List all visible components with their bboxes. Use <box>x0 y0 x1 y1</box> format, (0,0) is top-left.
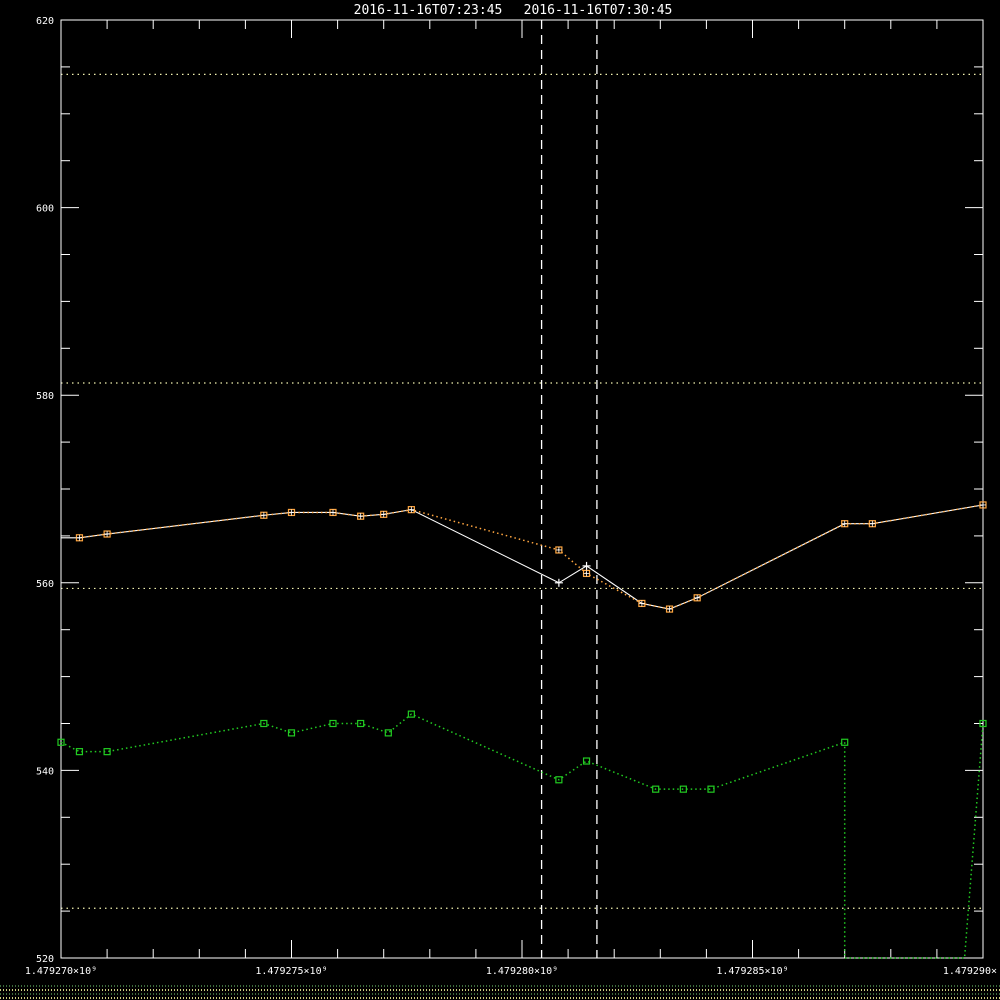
y-tick-label: 600 <box>36 204 54 215</box>
right-time-label: 2016-11-16T07:30:45 <box>524 3 673 18</box>
tick-marks <box>60 19 984 959</box>
y-tick-label: 540 <box>36 766 54 777</box>
x-tick-label: 1.479285×10⁹ <box>716 966 788 977</box>
bottom-strip <box>0 985 1000 999</box>
x-tick-label: 1.479270×10⁹ <box>25 966 97 977</box>
time-series-plot: 2016-11-16T07:23:45 2016-11-16T07:30:45 … <box>0 3 1000 999</box>
square-marker <box>841 738 849 746</box>
data-points <box>57 501 987 793</box>
square-marker <box>679 785 687 793</box>
series-lines <box>60 504 984 959</box>
tick-labels: 520 540 560 580 600 620 1.479270×10⁹ 1.479275×1… <box>25 16 997 977</box>
plot-frame <box>60 19 984 959</box>
series-line-2 <box>60 713 984 959</box>
y-tick-label: 560 <box>36 579 54 590</box>
square-marker <box>582 757 591 765</box>
y-tick-label: 520 <box>36 954 54 965</box>
vertical-time-markers <box>540 20 598 958</box>
x-tick-label: 1.479280×10⁹ <box>486 966 558 977</box>
axes-frame <box>60 19 984 959</box>
x-tick-label: 1.479290× <box>943 966 997 977</box>
y-tick-label: 580 <box>36 391 54 402</box>
x-tick-label: 1.479275×10⁹ <box>255 966 327 977</box>
y-tick-label: 620 <box>36 16 54 27</box>
left-time-label: 2016-11-16T07:23:45 <box>354 3 503 18</box>
